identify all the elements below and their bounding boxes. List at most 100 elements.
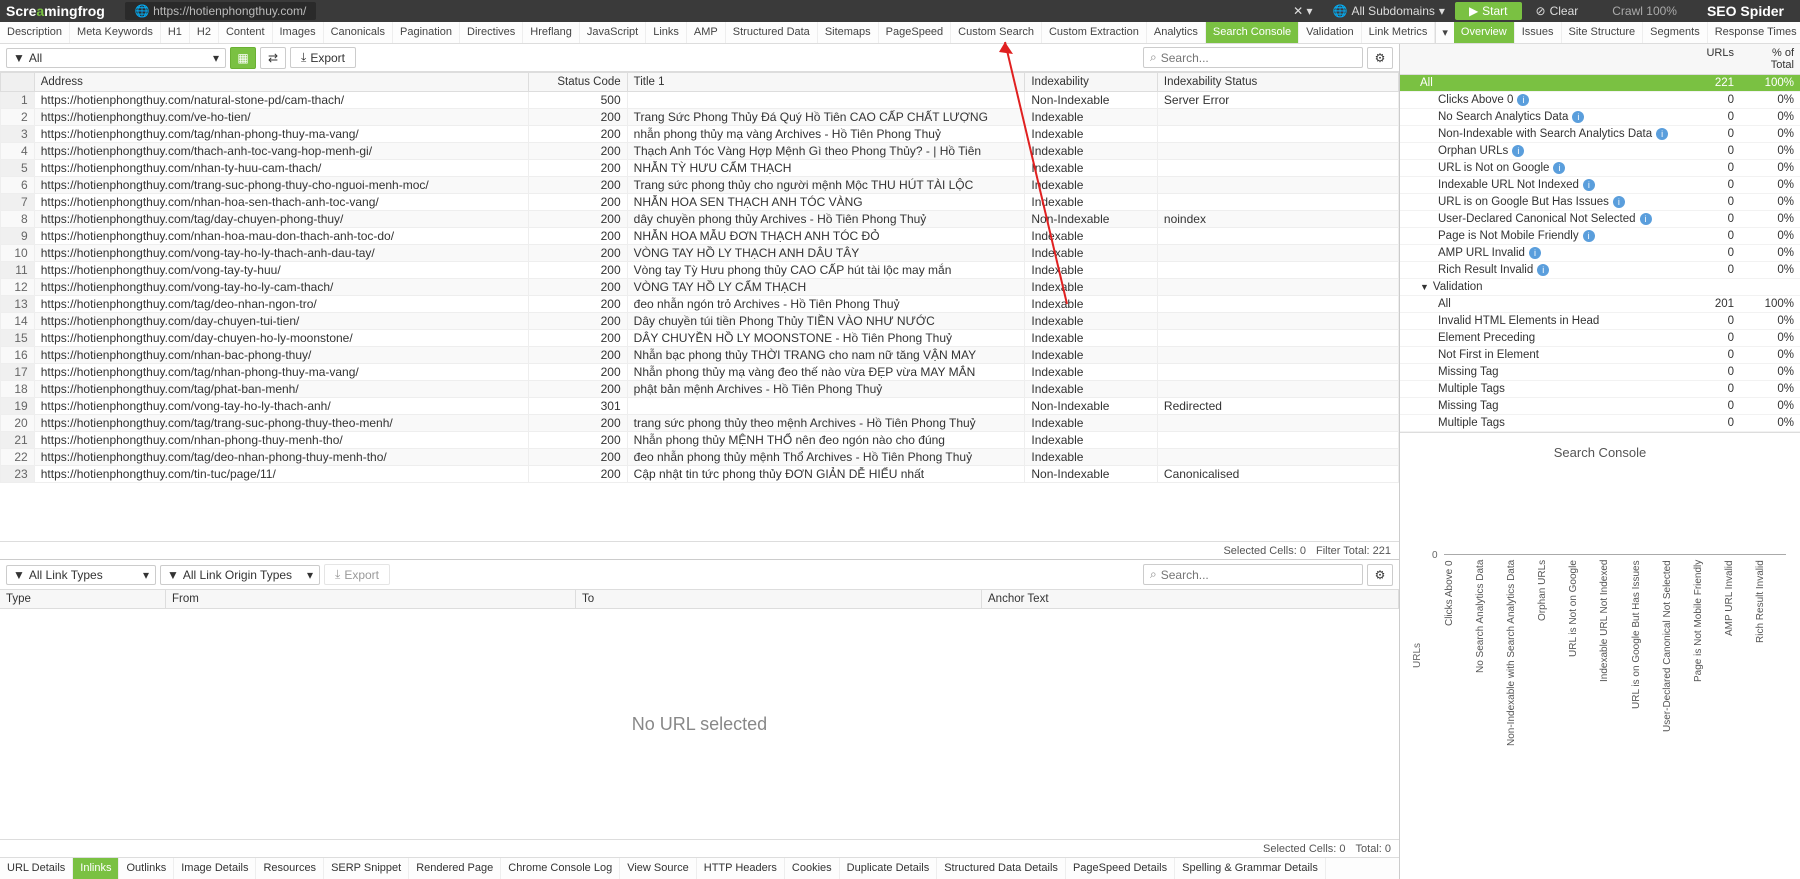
table-row[interactable]: 19https://hotienphongthuy.com/vong-tay-h… bbox=[1, 398, 1399, 415]
table-row[interactable]: 9https://hotienphongthuy.com/nhan-hoa-ma… bbox=[1, 228, 1399, 245]
table-row[interactable]: 6https://hotienphongthuy.com/trang-suc-p… bbox=[1, 177, 1399, 194]
bottom-tab-view-source[interactable]: View Source bbox=[620, 858, 697, 879]
start-button[interactable]: ▶ Start bbox=[1455, 2, 1522, 20]
col-address[interactable]: Address bbox=[34, 73, 528, 92]
table-row[interactable]: 18https://hotienphongthuy.com/tag/phat-b… bbox=[1, 381, 1399, 398]
table-row[interactable]: 3https://hotienphongthuy.com/tag/nhan-ph… bbox=[1, 126, 1399, 143]
tab-links[interactable]: Links bbox=[646, 22, 687, 43]
search-settings-button[interactable]: ⚙ bbox=[1367, 47, 1393, 69]
overview-row[interactable]: Missing Tag00% bbox=[1400, 398, 1800, 415]
table-row[interactable]: 12https://hotienphongthuy.com/vong-tay-h… bbox=[1, 279, 1399, 296]
link-origin-dropdown[interactable]: ▼ All Link Origin Types▾ bbox=[160, 565, 320, 585]
overview-row[interactable]: User-Declared Canonical Not Selected i00… bbox=[1400, 211, 1800, 228]
right-tab-overview[interactable]: Overview bbox=[1454, 22, 1515, 43]
bottom-tab-structured-data-details[interactable]: Structured Data Details bbox=[937, 858, 1066, 879]
table-row[interactable]: 4https://hotienphongthuy.com/thach-anh-t… bbox=[1, 143, 1399, 160]
overview-row[interactable]: ▼ Validation bbox=[1400, 279, 1800, 296]
col-to[interactable]: To bbox=[576, 590, 982, 608]
bottom-tab-chrome-console-log[interactable]: Chrome Console Log bbox=[501, 858, 620, 879]
col-indexability[interactable]: Indexability bbox=[1025, 73, 1158, 92]
overview-row[interactable]: Element Preceding 00% bbox=[1400, 330, 1800, 347]
overview-row[interactable]: AMP URL Invalid i00% bbox=[1400, 245, 1800, 262]
overview-list[interactable]: All221100%Clicks Above 0 i00%No Search A… bbox=[1400, 75, 1800, 432]
overview-row[interactable]: Rich Result Invalid i00% bbox=[1400, 262, 1800, 279]
bottom-tab-cookies[interactable]: Cookies bbox=[785, 858, 840, 879]
view-tree-button[interactable]: ⇄ bbox=[260, 47, 286, 69]
tab-custom-search[interactable]: Custom Search bbox=[951, 22, 1042, 43]
bottom-tab-pagespeed-details[interactable]: PageSpeed Details bbox=[1066, 858, 1175, 879]
tab-hreflang[interactable]: Hreflang bbox=[523, 22, 580, 43]
col-indexability-status[interactable]: Indexability Status bbox=[1157, 73, 1398, 92]
overview-row[interactable]: Multiple Tags00% bbox=[1400, 381, 1800, 398]
bottom-tab-resources[interactable]: Resources bbox=[256, 858, 324, 879]
overview-row[interactable]: Page is Not Mobile Friendly i00% bbox=[1400, 228, 1800, 245]
tab-analytics[interactable]: Analytics bbox=[1147, 22, 1206, 43]
table-row[interactable]: 14https://hotienphongthuy.com/day-chuyen… bbox=[1, 313, 1399, 330]
col-anchor[interactable]: Anchor Text bbox=[982, 590, 1399, 608]
bottom-tab-duplicate-details[interactable]: Duplicate Details bbox=[840, 858, 938, 879]
overview-row[interactable]: Invalid HTML Elements in Head00% bbox=[1400, 313, 1800, 330]
col-rownum[interactable] bbox=[1, 73, 35, 92]
tab-pagespeed[interactable]: PageSpeed bbox=[879, 22, 952, 43]
bottom-tab-http-headers[interactable]: HTTP Headers bbox=[697, 858, 785, 879]
bottom-tab-outlinks[interactable]: Outlinks bbox=[119, 858, 174, 879]
table-row[interactable]: 22https://hotienphongthuy.com/tag/deo-nh… bbox=[1, 449, 1399, 466]
close-icon[interactable]: ✕ ▾ bbox=[1283, 2, 1322, 20]
clear-button[interactable]: ⊘ Clear bbox=[1522, 2, 1593, 20]
bottom-tab-rendered-page[interactable]: Rendered Page bbox=[409, 858, 501, 879]
right-tab-site-structure[interactable]: Site Structure bbox=[1562, 22, 1644, 43]
right-tab-segments[interactable]: Segments bbox=[1643, 22, 1708, 43]
col-status[interactable]: Status Code bbox=[528, 73, 627, 92]
tab-h2[interactable]: H2 bbox=[190, 22, 219, 43]
table-row[interactable]: 1https://hotienphongthuy.com/natural-sto… bbox=[1, 92, 1399, 109]
tab-content[interactable]: Content bbox=[219, 22, 273, 43]
bottom-tab-inlinks[interactable]: Inlinks bbox=[73, 858, 119, 879]
overview-row[interactable]: Indexable URL Not Indexed i00% bbox=[1400, 177, 1800, 194]
search-input[interactable]: ⌕ bbox=[1143, 47, 1363, 68]
filter-dropdown[interactable]: ▼ All ▾ bbox=[6, 48, 226, 68]
table-row[interactable]: 7https://hotienphongthuy.com/nhan-hoa-se… bbox=[1, 194, 1399, 211]
overview-row[interactable]: Multiple Tags00% bbox=[1400, 415, 1800, 432]
table-row[interactable]: 11https://hotienphongthuy.com/vong-tay-t… bbox=[1, 262, 1399, 279]
tab-link-metrics[interactable]: Link Metrics bbox=[1362, 22, 1436, 43]
overview-row[interactable]: Orphan URLs i00% bbox=[1400, 143, 1800, 160]
table-row[interactable]: 17https://hotienphongthuy.com/tag/nhan-p… bbox=[1, 364, 1399, 381]
tab-search-console[interactable]: Search Console bbox=[1206, 22, 1299, 43]
link-types-dropdown[interactable]: ▼ All Link Types▾ bbox=[6, 565, 156, 585]
tab-structured-data[interactable]: Structured Data bbox=[726, 22, 818, 43]
table-row[interactable]: 13https://hotienphongthuy.com/tag/deo-nh… bbox=[1, 296, 1399, 313]
export-button[interactable]: ⤓Export bbox=[290, 47, 356, 68]
url-input[interactable]: 🌐 https://hotienphongthuy.com/ bbox=[125, 2, 317, 20]
table-row[interactable]: 21https://hotienphongthuy.com/nhan-phong… bbox=[1, 432, 1399, 449]
table-row[interactable]: 10https://hotienphongthuy.com/vong-tay-h… bbox=[1, 245, 1399, 262]
lower-export-button[interactable]: ⤓ Export bbox=[324, 564, 390, 585]
col-title[interactable]: Title 1 bbox=[627, 73, 1025, 92]
tab-javascript[interactable]: JavaScript bbox=[580, 22, 646, 43]
results-grid[interactable]: Address Status Code Title 1 Indexability… bbox=[0, 72, 1399, 541]
overview-row[interactable]: All201100% bbox=[1400, 296, 1800, 313]
bottom-tab-url-details[interactable]: URL Details bbox=[0, 858, 73, 879]
tab-validation[interactable]: Validation bbox=[1299, 22, 1362, 43]
tab-custom-extraction[interactable]: Custom Extraction bbox=[1042, 22, 1147, 43]
overview-row[interactable]: All221100% bbox=[1400, 75, 1800, 92]
overview-row[interactable]: Not First in Element00% bbox=[1400, 347, 1800, 364]
tab-h1[interactable]: H1 bbox=[161, 22, 190, 43]
table-row[interactable]: 23https://hotienphongthuy.com/tin-tuc/pa… bbox=[1, 466, 1399, 483]
overview-row[interactable]: Clicks Above 0 i00% bbox=[1400, 92, 1800, 109]
tab-meta-keywords[interactable]: Meta Keywords bbox=[70, 22, 161, 43]
lower-search-settings-button[interactable]: ⚙ bbox=[1367, 564, 1393, 586]
tab-pagination[interactable]: Pagination bbox=[393, 22, 460, 43]
overview-row[interactable]: URL is on Google But Has Issues i00% bbox=[1400, 194, 1800, 211]
overview-row[interactable]: URL is Not on Google i00% bbox=[1400, 160, 1800, 177]
col-from[interactable]: From bbox=[166, 590, 576, 608]
tab-description[interactable]: Description bbox=[0, 22, 70, 43]
bottom-tab-image-details[interactable]: Image Details bbox=[174, 858, 256, 879]
right-tab-response-times[interactable]: Response Times bbox=[1708, 22, 1800, 43]
subdomain-dropdown[interactable]: 🌐 All Subdomains ▾ bbox=[1323, 2, 1455, 20]
col-type[interactable]: Type bbox=[0, 590, 166, 608]
table-row[interactable]: 2https://hotienphongthuy.com/ve-ho-tien/… bbox=[1, 109, 1399, 126]
tab-images[interactable]: Images bbox=[273, 22, 324, 43]
tab-sitemaps[interactable]: Sitemaps bbox=[818, 22, 879, 43]
view-columns-button[interactable]: ▦ bbox=[230, 47, 256, 69]
overview-row[interactable]: Missing Tag00% bbox=[1400, 364, 1800, 381]
